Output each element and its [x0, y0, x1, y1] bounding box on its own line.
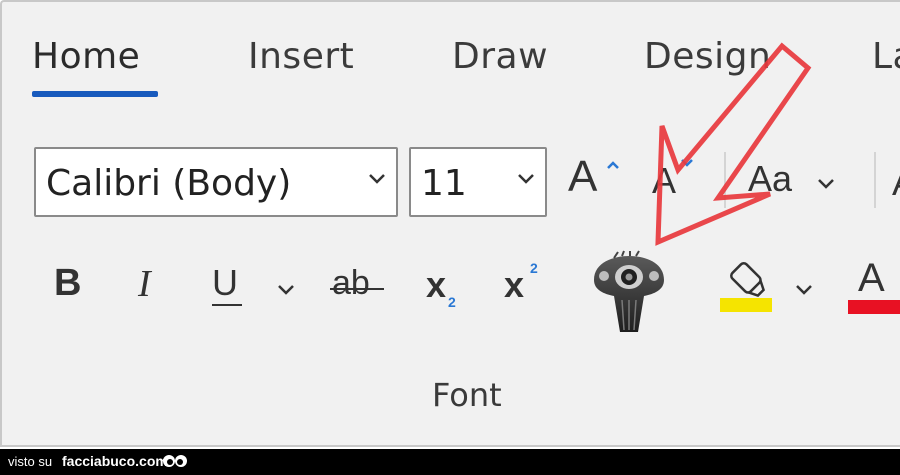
footer-prefix: visto su — [8, 454, 53, 469]
ribbon: Home Insert Draw Design La Calibri (Body… — [0, 0, 900, 447]
footer-site-link[interactable]: facciabuco.com — [62, 453, 168, 469]
red-arrow-annotation — [655, 42, 812, 246]
eyes-logo-icon — [163, 455, 187, 467]
footer-bar: visto su facciabuco.com — [0, 449, 900, 475]
